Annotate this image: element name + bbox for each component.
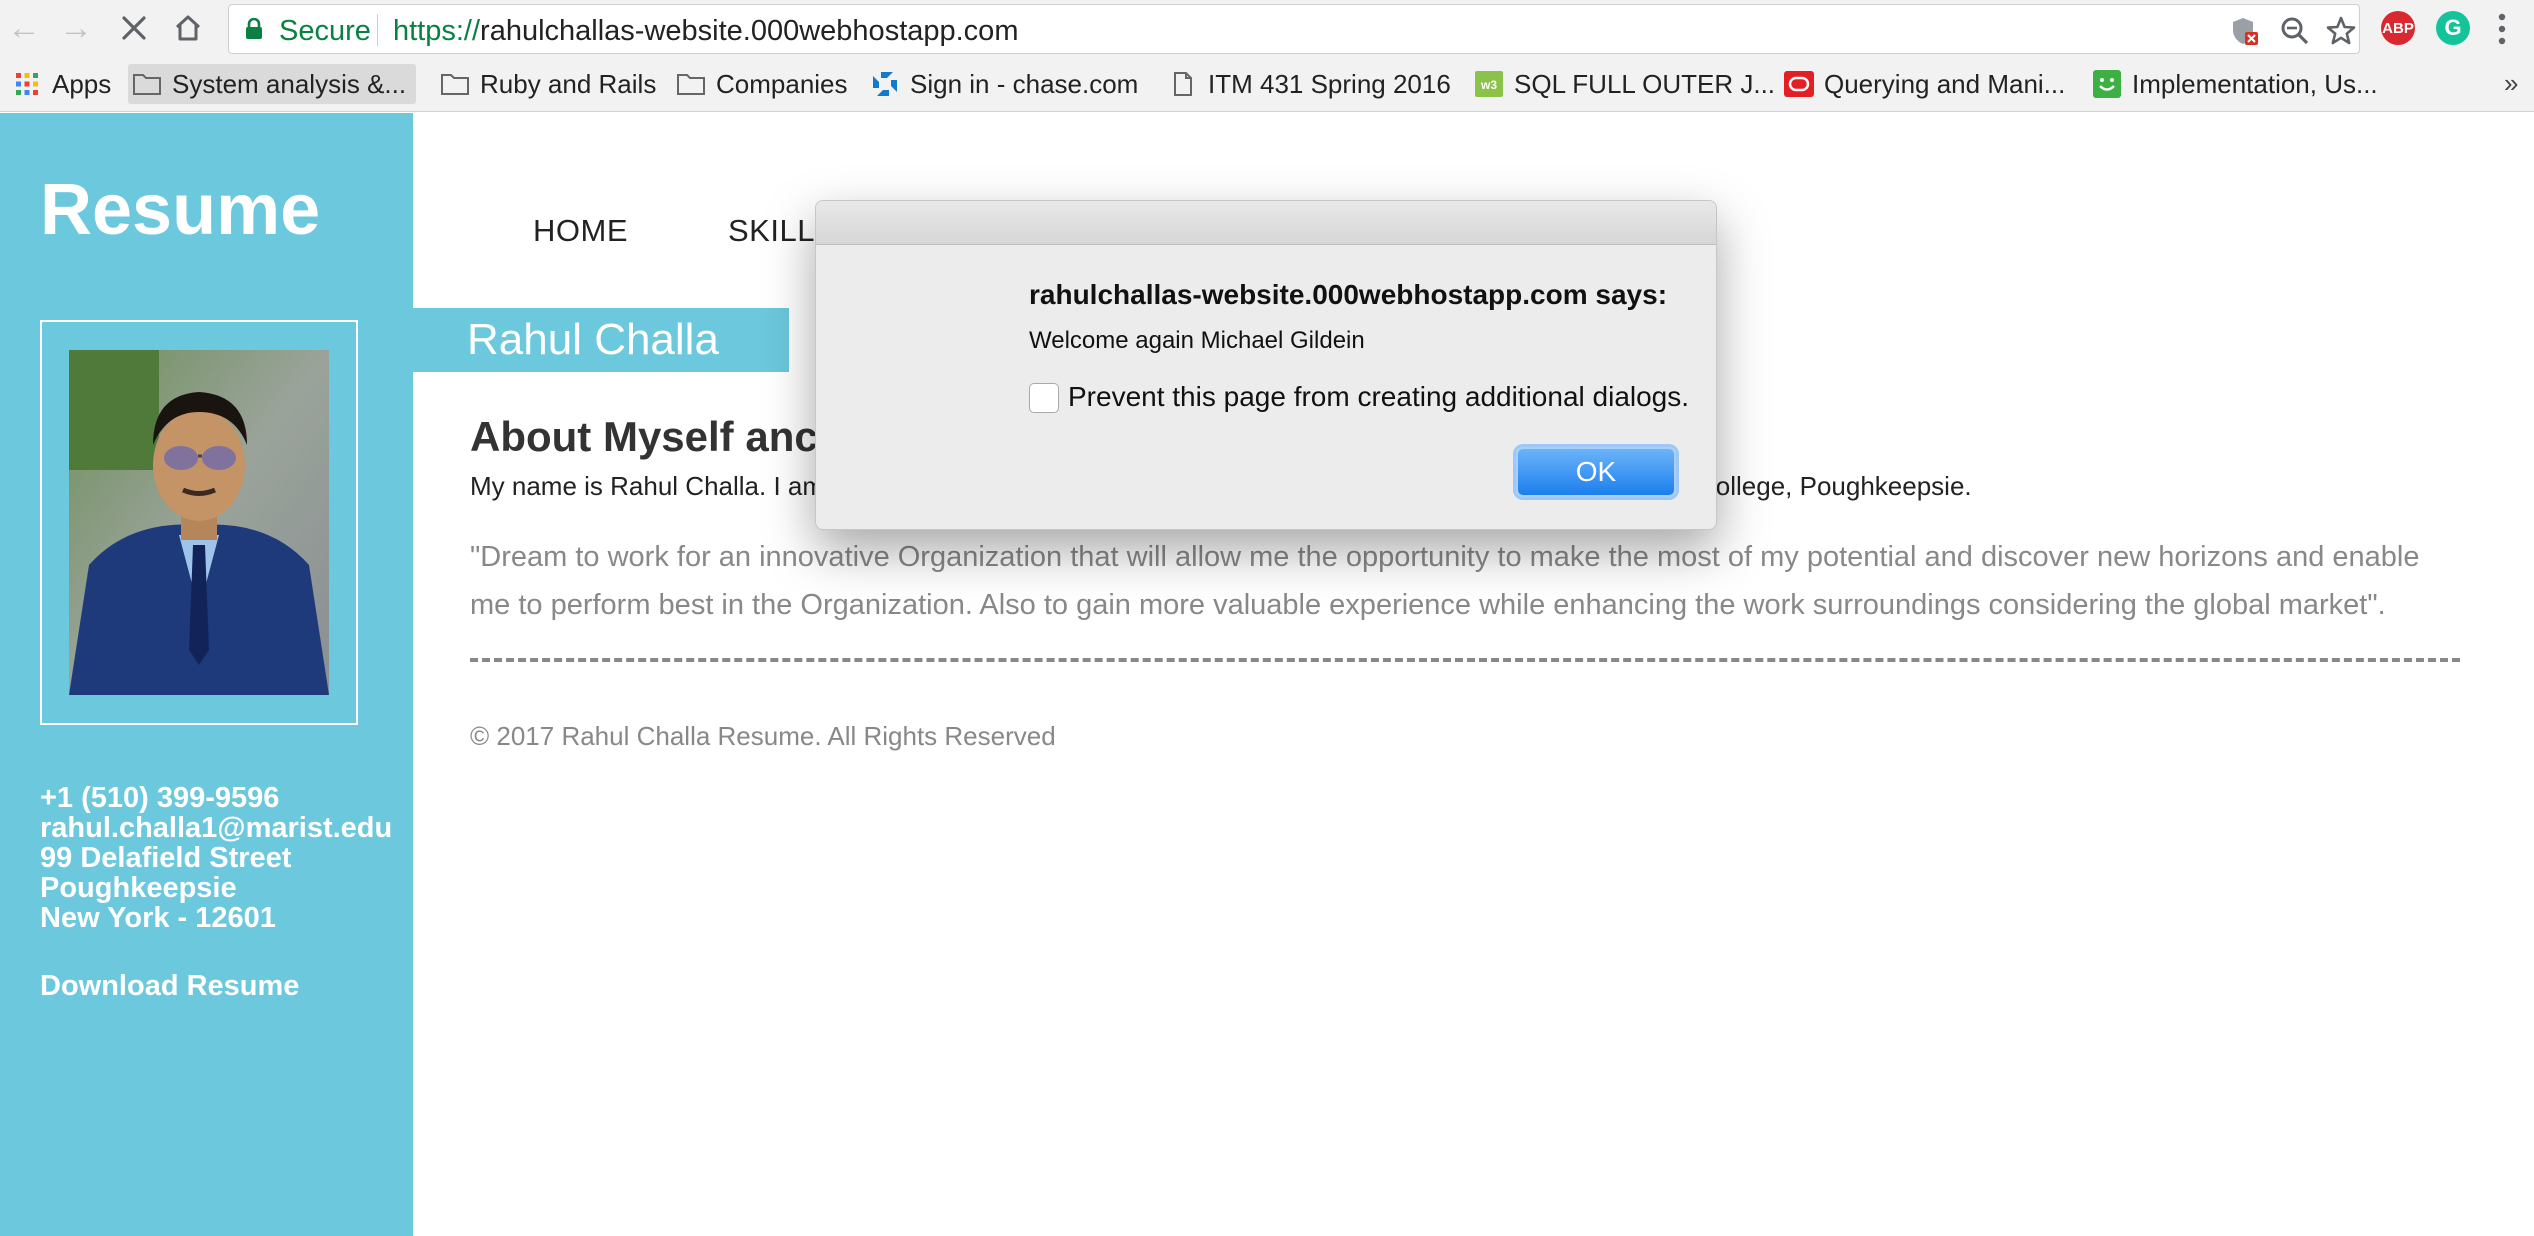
chase-icon xyxy=(870,70,900,98)
lock-icon xyxy=(246,18,262,39)
home-button[interactable] xyxy=(168,8,208,48)
grammarly-icon[interactable]: G xyxy=(2436,11,2470,45)
alert-dialog: rahulchallas-website.000webhostapp.com s… xyxy=(815,200,1717,530)
home-icon xyxy=(175,15,201,41)
bookmarks-bar: Apps System analysis &... Ruby and Rails… xyxy=(0,58,2534,112)
bookmark-sql-full-outer-join[interactable]: w3 SQL FULL OUTER J... xyxy=(1474,64,1775,104)
profile-photo xyxy=(69,350,329,695)
folder-icon xyxy=(676,70,706,98)
career-objective-quote: "Dream to work for an innovative Organiz… xyxy=(470,541,2420,621)
bookmark-label: Companies xyxy=(716,68,848,99)
adblock-icon[interactable]: ABP xyxy=(2381,11,2415,45)
bookmark-chase[interactable]: Sign in - chase.com xyxy=(870,64,1138,104)
contact-state-zip: New York - 12601 xyxy=(40,902,276,934)
sidebar: Resume +1 (510) 399-9596 rahul.challa1@m… xyxy=(0,113,413,1236)
bookmark-itm-431[interactable]: ITM 431 Spring 2016 xyxy=(1168,64,1451,104)
kebab-menu-icon[interactable] xyxy=(2492,12,2512,46)
page-icon xyxy=(1168,70,1198,98)
bookmark-label: ITM 431 Spring 2016 xyxy=(1208,68,1451,99)
bookmark-label: Implementation, Us... xyxy=(2132,68,2378,99)
dialog-message: Welcome again Michael Gildein xyxy=(1029,327,1365,354)
bookmark-star-icon[interactable] xyxy=(2325,15,2357,47)
dashed-divider xyxy=(470,658,2460,662)
folder-icon xyxy=(132,70,162,98)
prevent-dialogs-checkbox[interactable] xyxy=(1029,383,1059,413)
bookmarks-overflow-chevron[interactable]: » xyxy=(2504,68,2518,99)
dialog-title-bar[interactable] xyxy=(816,201,1716,245)
bookmark-label: System analysis &... xyxy=(172,68,407,99)
url-host: rahulchallas-website.000webhostapp.com xyxy=(480,15,1019,47)
intro-text-continued: College, Poughkeepsie. xyxy=(1697,471,1972,501)
bookmark-label: SQL FULL OUTER J... xyxy=(1514,68,1776,99)
bookmark-folder-companies[interactable]: Companies xyxy=(676,64,848,104)
contact-email[interactable]: rahul.challa1@marist.edu xyxy=(40,813,392,843)
main-nav: HOME SKILL S xyxy=(533,213,844,249)
bookmark-folder-ruby-and-rails[interactable]: Ruby and Rails xyxy=(440,64,656,104)
download-resume-link[interactable]: Download Resume xyxy=(40,970,299,1003)
bookmark-apps[interactable]: Apps xyxy=(12,64,111,104)
site-logo[interactable]: Resume xyxy=(40,169,320,251)
bookmark-label: Ruby and Rails xyxy=(480,68,657,99)
profile-photo-frame xyxy=(40,320,358,725)
bookmark-querying-and-manipulating[interactable]: Querying and Mani... xyxy=(1784,64,2065,104)
about-heading: About Myself anc xyxy=(470,413,818,460)
folder-icon xyxy=(440,70,470,98)
footer-copyright: © 2017 Rahul Challa Resume. All Rights R… xyxy=(470,721,1056,751)
bookmark-folder-system-analysis[interactable]: System analysis &... xyxy=(128,64,417,104)
contact-street: 99 Delafield Street xyxy=(40,842,292,874)
prevent-dialogs-label[interactable]: Prevent this page from creating addition… xyxy=(1068,381,1689,413)
smiley-icon xyxy=(2092,70,2122,98)
secure-label: Secure xyxy=(279,15,371,47)
zoom-icon[interactable] xyxy=(2279,15,2311,47)
stop-loading-button[interactable] xyxy=(114,8,154,48)
url-scheme: https:// xyxy=(393,15,481,47)
back-button[interactable]: ← xyxy=(4,8,44,48)
ok-button[interactable]: OK xyxy=(1516,447,1676,497)
svg-text:w3: w3 xyxy=(1480,78,1497,92)
nav-home[interactable]: HOME xyxy=(533,213,628,249)
url-text[interactable]: https://rahulchallas-website.000webhosta… xyxy=(393,15,1018,48)
browser-toolbar: ← → Secure https://rahulchallas-website.… xyxy=(0,0,2534,58)
apps-grid-icon xyxy=(12,70,42,98)
close-icon xyxy=(122,16,146,40)
w3schools-icon: w3 xyxy=(1474,70,1504,98)
contact-phone: +1 (510) 399-9596 xyxy=(40,782,280,814)
url-separator xyxy=(377,14,378,46)
bookmark-label: Apps xyxy=(52,68,112,99)
address-bar[interactable]: Secure https://rahulchallas-website.000w… xyxy=(228,4,2360,54)
bookmark-label: Querying and Mani... xyxy=(1824,68,2066,99)
bookmark-label: Sign in - chase.com xyxy=(910,68,1139,99)
blocked-popup-icon[interactable] xyxy=(2229,15,2261,47)
bookmark-implementation[interactable]: Implementation, Us... xyxy=(2092,64,2378,104)
owner-name: Rahul Challa xyxy=(467,315,719,364)
dialog-origin: rahulchallas-website.000webhostapp.com s… xyxy=(1029,279,1668,310)
intro-text: My name is Rahul Challa. I am xyxy=(470,471,825,501)
forward-button[interactable]: → xyxy=(56,8,96,48)
contact-city: Poughkeepsie xyxy=(40,872,237,904)
oracle-icon xyxy=(1784,70,1814,98)
